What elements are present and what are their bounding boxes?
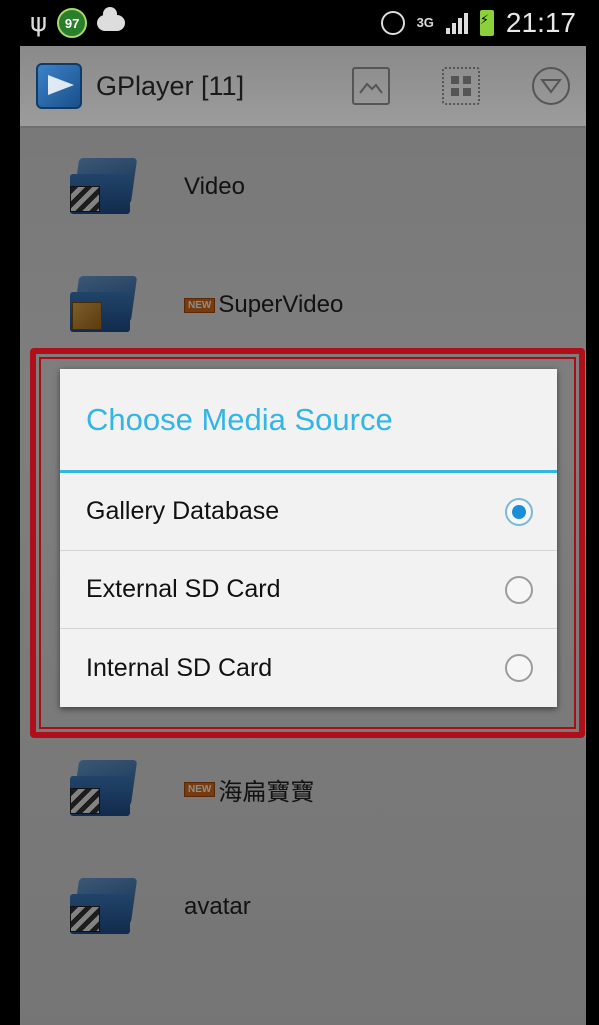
- option-gallery-database[interactable]: Gallery Database: [60, 473, 557, 551]
- device-screen: ψ 97 3G 21:17 GPlayer [11]: [20, 0, 586, 1025]
- alarm-icon: [380, 11, 405, 35]
- option-external-sd-card[interactable]: External SD Card: [60, 551, 557, 629]
- choose-media-source-dialog: Choose Media Source Gallery Database Ext…: [60, 369, 557, 707]
- battery-icon: [479, 10, 494, 36]
- signal-icon: [445, 12, 468, 34]
- grid-icon[interactable]: [442, 67, 480, 105]
- radio-button[interactable]: [505, 654, 533, 682]
- radio-button[interactable]: [505, 575, 533, 604]
- radio-button-checked[interactable]: [505, 497, 533, 526]
- battery-notification-icon: 97: [57, 8, 88, 38]
- action-bar: GPlayer [11]: [20, 46, 586, 128]
- status-bar: ψ 97 3G 21:17: [20, 0, 586, 46]
- status-clock: 21:17: [505, 7, 576, 38]
- cloud-icon: [97, 7, 126, 31]
- option-label: Gallery Database: [86, 497, 280, 525]
- image-icon[interactable]: [352, 67, 390, 105]
- app-logo-icon: [36, 63, 82, 109]
- option-internal-sd-card[interactable]: Internal SD Card: [60, 629, 557, 707]
- dialog-title: Choose Media Source: [60, 369, 557, 473]
- usb-icon: ψ: [30, 8, 48, 38]
- option-label: Internal SD Card: [86, 653, 273, 682]
- option-label: External SD Card: [86, 575, 281, 603]
- dropdown-circle-icon[interactable]: [532, 67, 570, 105]
- network-type-icon: 3G: [416, 15, 434, 30]
- app-title: GPlayer [11]: [96, 70, 245, 101]
